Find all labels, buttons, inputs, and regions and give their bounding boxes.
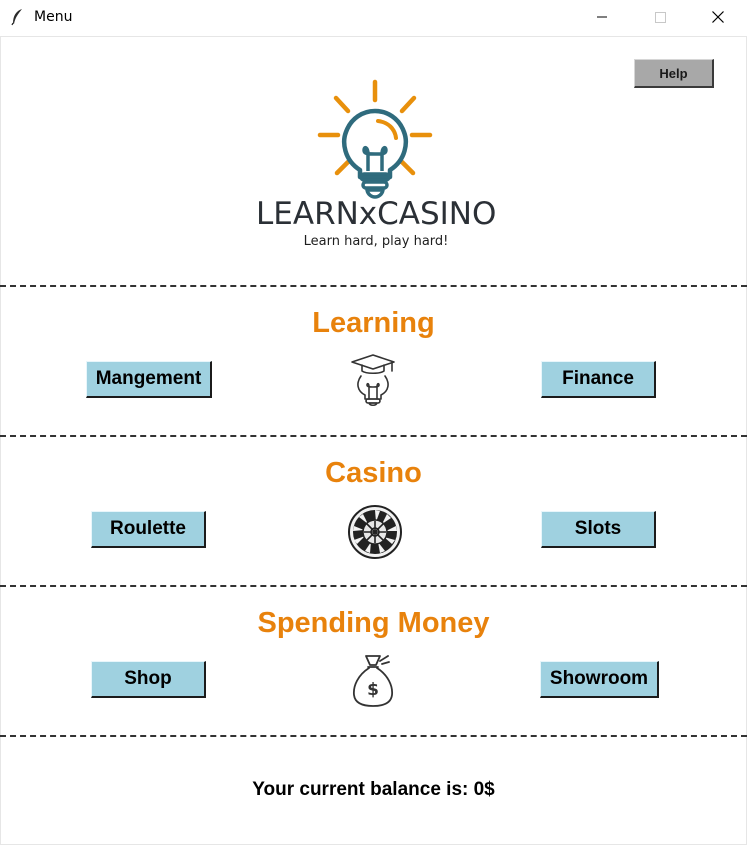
section-divider [0,585,747,587]
roulette-button[interactable]: Roulette [91,511,206,548]
maximize-icon [655,12,666,23]
title-bar: Menu [0,0,747,37]
window-title: Menu [34,9,73,25]
feather-icon [11,9,22,26]
section-divider [0,285,747,287]
minimize-icon [597,16,607,18]
spending-money-title: Spending Money [257,607,490,639]
logo-tagline: Learn hard, play hard! [303,234,449,249]
help-button[interactable]: Help [634,59,714,88]
showroom-button[interactable]: Showroom [540,661,659,698]
shop-button[interactable]: Shop [91,661,206,698]
learning-title: Learning [312,307,435,339]
logo-wordmark: LEARNxCASINO [256,196,497,232]
maximize-button[interactable] [631,0,689,34]
finance-button[interactable]: Finance [541,361,656,398]
close-button[interactable] [689,0,747,34]
roulette-wheel-icon [348,505,402,559]
minimize-button[interactable] [573,0,631,34]
slots-button[interactable]: Slots [541,511,656,548]
graduation-lightbulb-icon [351,354,395,407]
section-divider [0,435,747,437]
svg-text:$: $ [367,680,379,700]
casino-title: Casino [325,457,422,489]
close-icon [712,11,724,23]
balance-label: Your current balance is: 0$ [252,779,495,800]
management-button[interactable]: Mangement [86,361,212,398]
section-divider [0,735,747,737]
money-bag-icon: $ [353,655,393,707]
